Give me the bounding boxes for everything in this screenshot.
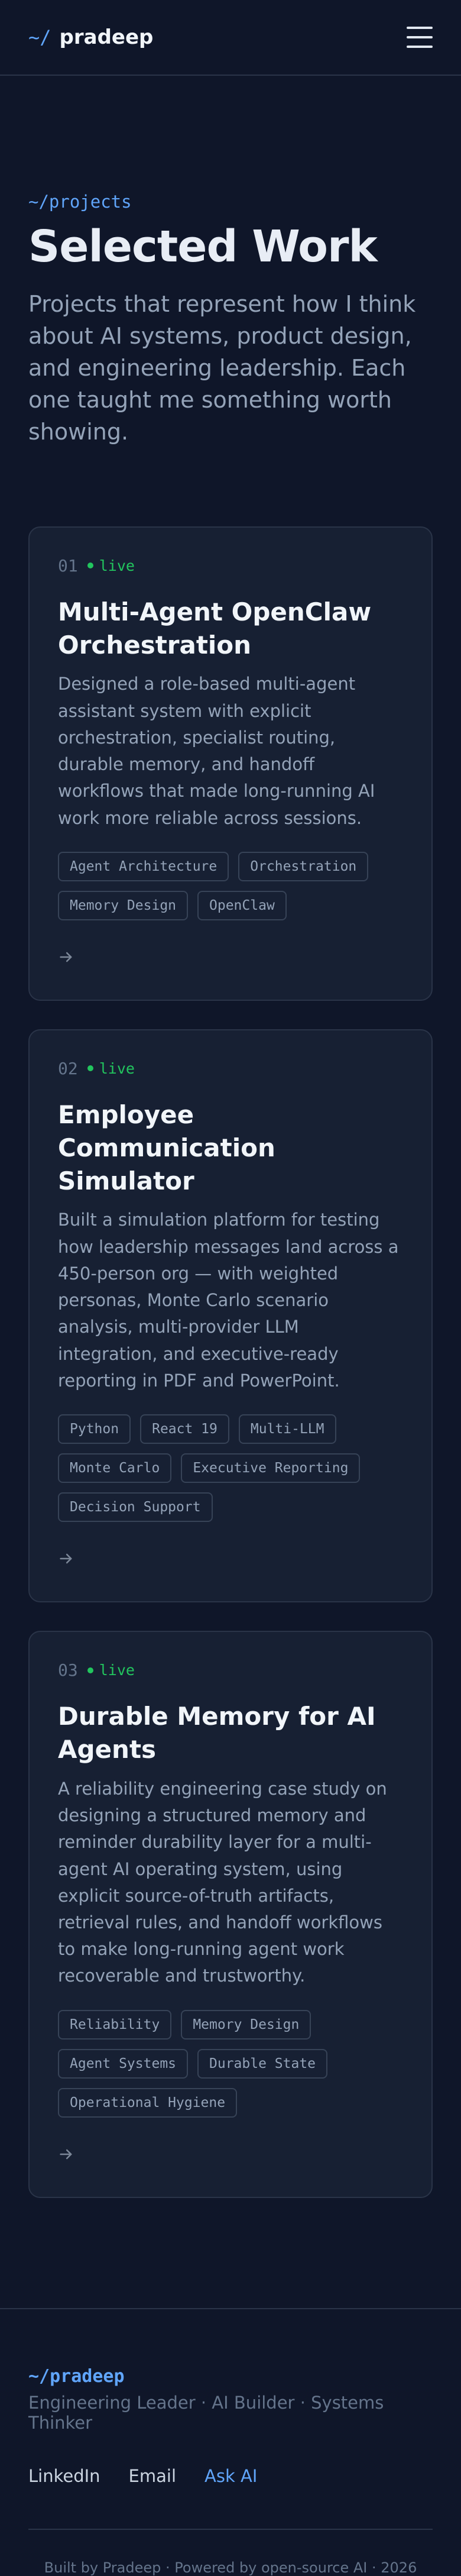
project-meta: 03 live bbox=[58, 1660, 403, 1680]
linkedin-link[interactable]: LinkedIn bbox=[28, 2466, 100, 2486]
page-title: Selected Work bbox=[28, 221, 378, 272]
hero-tag: ~/projects bbox=[28, 192, 132, 212]
footer-links: LinkedIn Email Ask AI bbox=[28, 2466, 433, 2486]
hamburger-menu-icon[interactable] bbox=[407, 27, 433, 48]
project-tags: Python React 19 Multi-LLM Monte Carlo Ex… bbox=[58, 1414, 403, 1523]
tag: OpenClaw bbox=[197, 890, 287, 920]
status-label: live bbox=[99, 1059, 135, 1077]
tag: Decision Support bbox=[58, 1492, 213, 1523]
footer-divider bbox=[28, 2528, 433, 2530]
status-badge: live bbox=[87, 1060, 135, 1077]
tag: React 19 bbox=[140, 1414, 229, 1444]
ask-ai-link[interactable]: Ask AI bbox=[204, 2466, 257, 2486]
tag: Operational Hygiene bbox=[58, 2087, 238, 2118]
arrow-right-icon[interactable] bbox=[58, 945, 82, 969]
logo-prefix: ~/ bbox=[28, 26, 51, 49]
project-title: Employee Communication Simulator bbox=[58, 1100, 275, 1195]
site-logo[interactable]: ~/ pradeep bbox=[28, 25, 153, 49]
hero-section: ~/projects Selected Work Projects that r… bbox=[0, 76, 461, 448]
tag: Durable State bbox=[197, 2048, 328, 2079]
tag: Agent Systems bbox=[58, 2048, 189, 2079]
tag: Python bbox=[58, 1414, 131, 1444]
project-meta: 01 live bbox=[58, 556, 403, 576]
project-card-1[interactable]: 01 live Multi-Agent OpenClaw Orchestrati… bbox=[28, 526, 433, 1001]
live-dot-icon bbox=[87, 1667, 93, 1673]
project-tags: Agent Architecture Orchestration Memory … bbox=[58, 851, 403, 920]
tag: Memory Design bbox=[58, 890, 189, 920]
project-description: Designed a role-based multi-agent assist… bbox=[58, 674, 375, 828]
project-title: Multi-Agent OpenClaw Orchestration bbox=[58, 597, 372, 660]
logo-name: pradeep bbox=[59, 25, 154, 49]
project-description: A reliability engineering case study on … bbox=[58, 1778, 387, 1986]
project-meta: 02 live bbox=[58, 1059, 403, 1078]
tag: Reliability bbox=[58, 2009, 172, 2040]
tag: Orchestration bbox=[238, 851, 369, 881]
project-number: 01 bbox=[58, 555, 78, 576]
status-badge: live bbox=[87, 557, 135, 574]
live-dot-icon bbox=[87, 1065, 93, 1072]
status-label: live bbox=[99, 1662, 135, 1679]
project-card-3[interactable]: 03 live Durable Memory for AI Agents A r… bbox=[28, 1631, 433, 2198]
footer-tag: ~/pradeep bbox=[28, 2365, 125, 2387]
project-description: Built a simulation platform for testing … bbox=[58, 1210, 399, 1391]
status-label: live bbox=[99, 557, 135, 574]
project-number: 03 bbox=[58, 1660, 78, 1680]
project-card-2[interactable]: 02 live Employee Communication Simulator… bbox=[28, 1029, 433, 1603]
project-tags: Reliability Memory Design Agent Systems … bbox=[58, 2009, 403, 2118]
site-header: ~/ pradeep bbox=[0, 0, 461, 76]
live-dot-icon bbox=[87, 563, 93, 569]
tag: Agent Architecture bbox=[58, 851, 229, 881]
footer-copyright: Built by Pradeep · Powered by open-sourc… bbox=[44, 2559, 417, 2576]
tag: Monte Carlo bbox=[58, 1453, 172, 1483]
project-title: Durable Memory for AI Agents bbox=[58, 1702, 376, 1764]
footer-subtitle: Engineering Leader · AI Builder · System… bbox=[28, 2392, 384, 2433]
email-link[interactable]: Email bbox=[129, 2466, 176, 2486]
site-footer: ~/pradeep Engineering Leader · AI Builde… bbox=[0, 2307, 461, 2576]
arrow-right-icon[interactable] bbox=[58, 2142, 82, 2166]
project-number: 02 bbox=[58, 1058, 78, 1078]
tag: Memory Design bbox=[181, 2009, 311, 2040]
projects-list: 01 live Multi-Agent OpenClaw Orchestrati… bbox=[0, 448, 461, 2198]
tag: Executive Reporting bbox=[181, 1453, 361, 1483]
arrow-right-icon[interactable] bbox=[58, 1547, 82, 1570]
tag: Multi-LLM bbox=[238, 1414, 336, 1444]
hero-description: Projects that represent how I think abou… bbox=[28, 291, 416, 445]
status-badge: live bbox=[87, 1662, 135, 1679]
